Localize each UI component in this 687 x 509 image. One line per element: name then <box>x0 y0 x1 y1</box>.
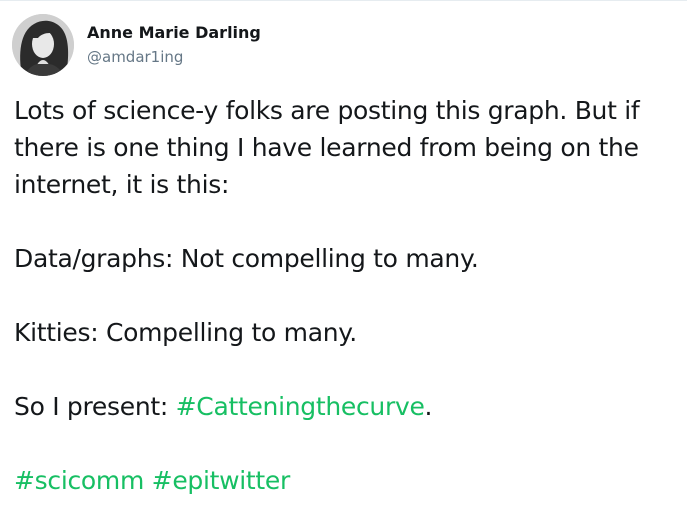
profile-photo-icon <box>12 14 74 76</box>
paragraph-4-prefix: So I present: <box>14 392 176 421</box>
author-display-name[interactable]: Anne Marie Darling <box>87 23 261 43</box>
author-block: Anne Marie Darling @amdar1ing <box>87 23 261 67</box>
tweet-paragraph-4: So I present: #Catteningthecurve. <box>14 388 679 425</box>
tweet-paragraph-1: Lots of science-y folks are posting this… <box>14 96 640 199</box>
author-handle[interactable]: @amdar1ing <box>87 47 261 67</box>
hashtag-link-epitwitter[interactable]: #epitwitter <box>152 466 291 495</box>
hashtag-link-scicomm[interactable]: #scicomm <box>14 466 144 495</box>
tweet-paragraph-3: Kitties: Compelling to many. <box>14 318 357 347</box>
tweet-text: Lots of science-y folks are posting this… <box>14 92 679 499</box>
paragraph-4-suffix: . <box>424 392 433 421</box>
tweet-card: Anne Marie Darling @amdar1ing Lots of sc… <box>0 0 687 509</box>
tweet-paragraph-2: Data/graphs: Not compelling to many. <box>14 244 479 273</box>
avatar[interactable] <box>12 14 74 76</box>
tweet-header: Anne Marie Darling @amdar1ing <box>12 14 261 76</box>
tweet-paragraph-5: #scicomm #epitwitter <box>14 462 679 499</box>
hashtag-link-catteningthecurve[interactable]: #Catteningthecurve <box>176 392 425 421</box>
